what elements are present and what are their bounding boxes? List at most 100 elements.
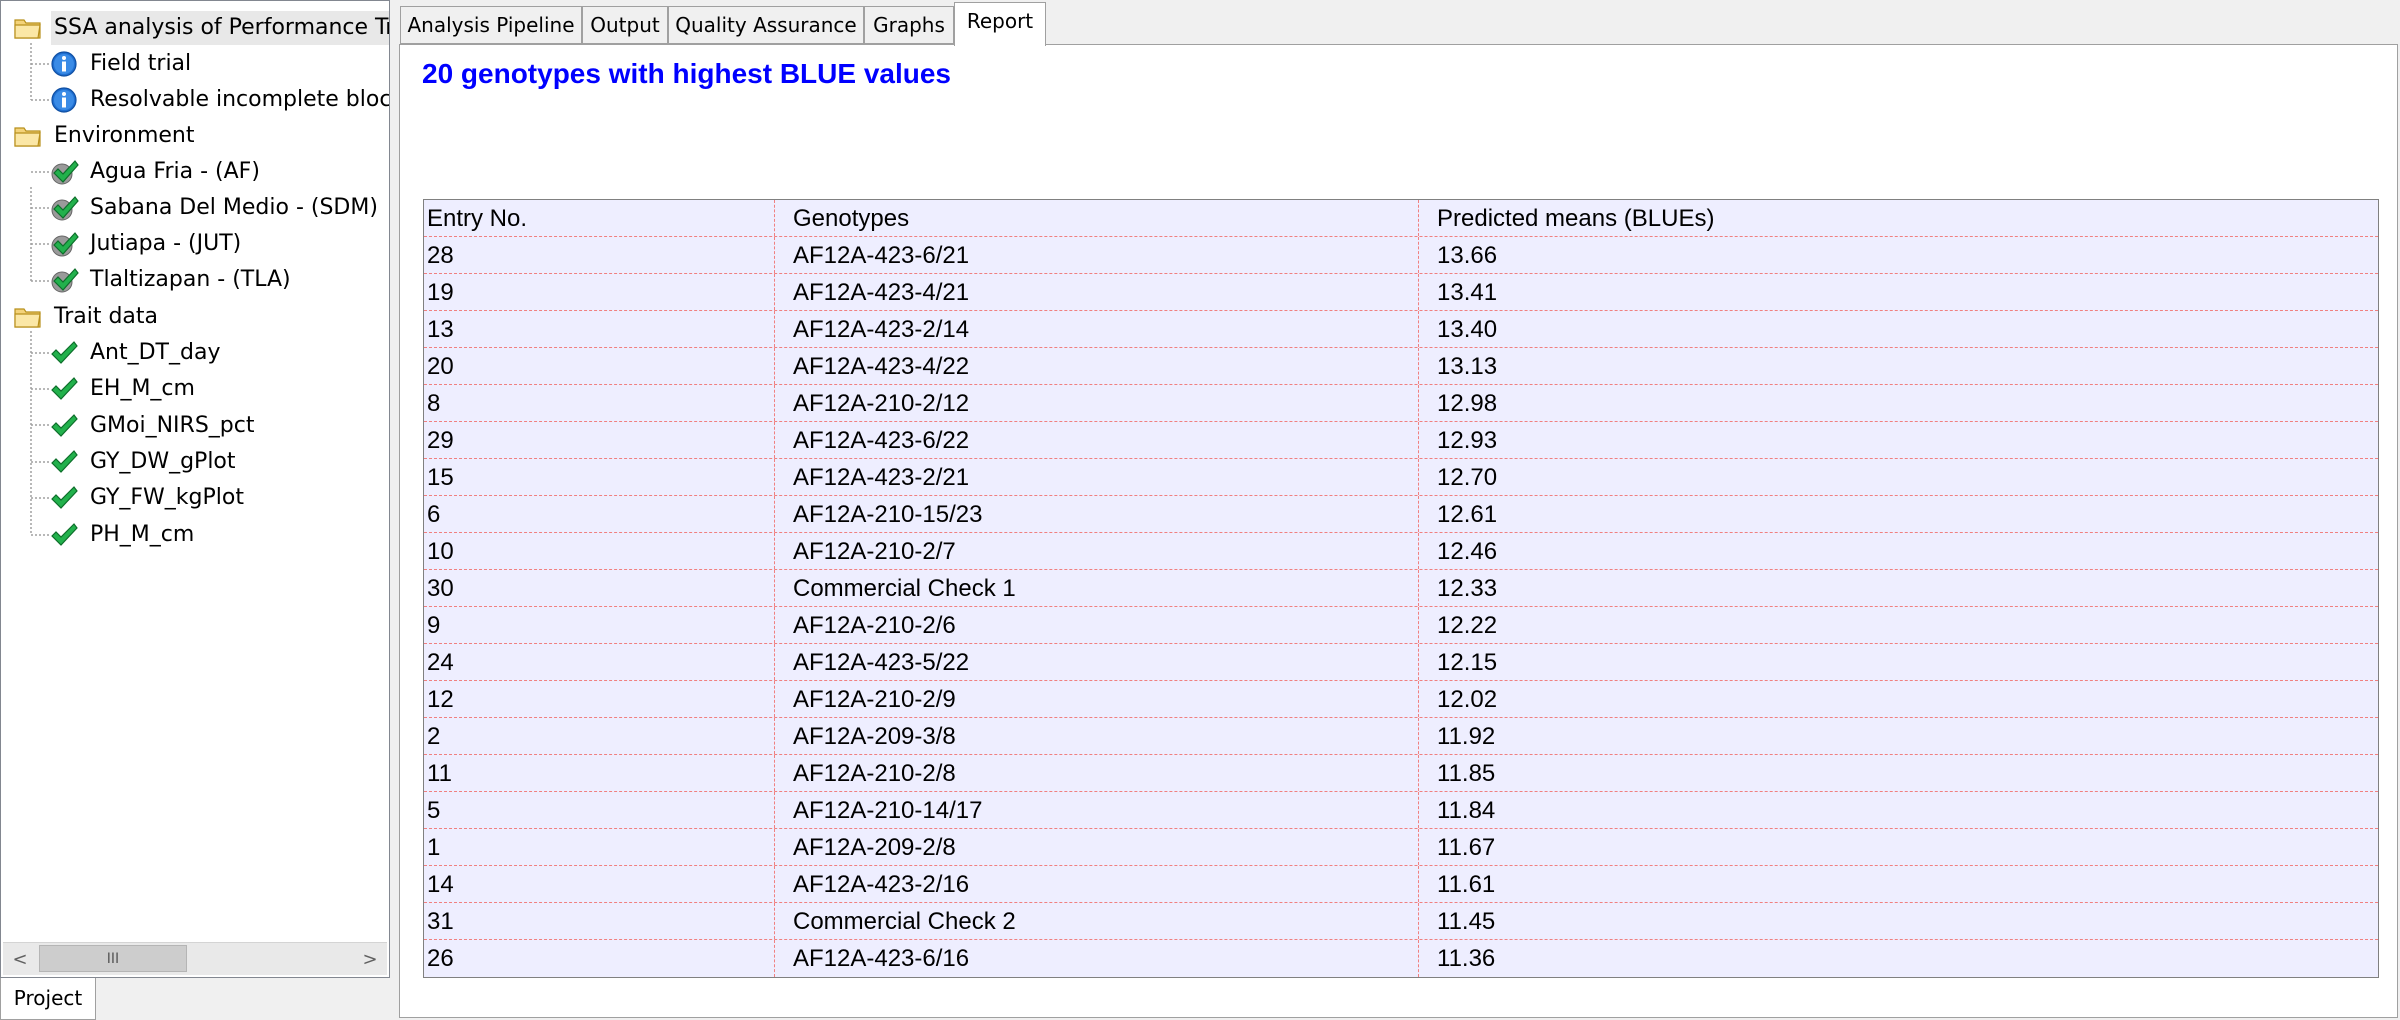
cell-entry-no: 31 bbox=[424, 903, 775, 939]
tree-item-label: GMoi_NIRS_pct bbox=[90, 412, 255, 438]
cell-predicted-mean: 12.33 bbox=[1437, 575, 1498, 602]
tree-item-label: Environment bbox=[54, 123, 195, 148]
tree-item-trait-ph-m-cm[interactable]: PH_M_cm bbox=[49, 518, 197, 552]
cell-entry-no: 13 bbox=[424, 311, 775, 347]
tree-item-env-tlaltizapan-tla[interactable]: Tlaltizapan - (TLA) bbox=[49, 263, 294, 297]
report-title: 20 genotypes with highest BLUE values bbox=[422, 58, 952, 89]
cell-genotype: AF12A-210-2/12 bbox=[775, 385, 1419, 421]
tree-item-env-jutiapa-jut[interactable]: Jutiapa - (JUT) bbox=[49, 227, 244, 261]
table-row: 1 AF12A-209-2/8 11.67 bbox=[424, 829, 2378, 866]
tab-graphs[interactable]: Graphs bbox=[864, 6, 954, 44]
cell-predicted-mean: 12.02 bbox=[1437, 686, 1498, 713]
tree-folder-trait-data[interactable]: Trait data bbox=[13, 300, 161, 334]
table-row: 2 AF12A-209-3/8 11.92 bbox=[424, 718, 2378, 755]
tree-item-trait-gy-fw-kgplot[interactable]: GY_FW_kgPlot bbox=[49, 481, 247, 515]
tree-item-resolvable-incomplete-bloc[interactable]: Resolvable incomplete bloc bbox=[49, 83, 390, 117]
check-icon bbox=[49, 448, 79, 476]
cell-entry-no: 11 bbox=[424, 755, 775, 791]
cell-predicted-mean: 13.41 bbox=[1437, 279, 1498, 306]
check-environment-icon bbox=[49, 266, 79, 294]
cell-predicted-mean: 12.98 bbox=[1437, 390, 1498, 417]
tree-item-label: SSA analysis of Performance Tr bbox=[51, 11, 389, 45]
scroll-right-arrow[interactable]: > bbox=[353, 943, 387, 975]
cell-predicted-mean: 12.61 bbox=[1437, 501, 1498, 528]
cell-entry-no: 10 bbox=[424, 533, 775, 569]
tab-quality-assurance[interactable]: Quality Assurance bbox=[668, 6, 864, 44]
tree-item-label: Field trial bbox=[90, 51, 192, 76]
tab-project[interactable]: Project bbox=[0, 978, 96, 1020]
tree-item-trait-gmoi-nirs-pct[interactable]: GMoi_NIRS_pct bbox=[49, 409, 257, 443]
tree-item-label: Trait data bbox=[54, 304, 159, 329]
check-environment-icon bbox=[49, 158, 79, 186]
tree-item-label: Agua Fria - (AF) bbox=[90, 159, 260, 184]
cell-entry-no: 1 bbox=[424, 829, 775, 865]
table-row: 26 AF12A-423-6/16 11.36 bbox=[424, 940, 2378, 977]
cell-genotype: AF12A-210-15/23 bbox=[775, 496, 1419, 532]
tree-item-field-trial[interactable]: Field trial bbox=[49, 47, 194, 81]
cell-predicted-mean: 11.36 bbox=[1437, 945, 1496, 972]
tree-item-trait-ant-dt-day[interactable]: Ant_DT_day bbox=[49, 336, 223, 370]
cell-entry-no: 12 bbox=[424, 681, 775, 717]
tree-item-trait-eh-m-cm[interactable]: EH_M_cm bbox=[49, 372, 198, 406]
tab-report[interactable]: Report bbox=[954, 2, 1046, 46]
project-tree-panel[interactable]: SSA analysis of Performance Tr Field tria… bbox=[0, 0, 390, 978]
cell-entry-no: 20 bbox=[424, 348, 775, 384]
info-icon bbox=[49, 86, 79, 114]
cell-entry-no: 8 bbox=[424, 385, 775, 421]
cell-genotype: AF12A-423-4/21 bbox=[775, 274, 1419, 310]
tree-horizontal-scrollbar[interactable]: < III > bbox=[3, 942, 387, 975]
check-environment-icon bbox=[49, 194, 79, 222]
cell-genotype: AF12A-210-2/8 bbox=[775, 755, 1419, 791]
cell-genotype: AF12A-423-4/22 bbox=[775, 348, 1419, 384]
cell-predicted-mean: 11.85 bbox=[1437, 760, 1496, 787]
cell-genotype: AF12A-210-14/17 bbox=[775, 792, 1419, 828]
cell-entry-no: 28 bbox=[424, 237, 775, 273]
cell-entry-no: 24 bbox=[424, 644, 775, 680]
cell-predicted-mean: 11.84 bbox=[1437, 797, 1496, 824]
cell-entry-no: 14 bbox=[424, 866, 775, 902]
scroll-thumb[interactable]: III bbox=[39, 945, 187, 972]
tree-item-label: Resolvable incomplete bloc bbox=[90, 87, 390, 112]
cell-entry-no: 29 bbox=[424, 422, 775, 458]
cell-entry-no: 5 bbox=[424, 792, 775, 828]
cell-entry-no: 26 bbox=[424, 940, 775, 977]
header-entry-no: Entry No. bbox=[424, 200, 775, 236]
cell-genotype: AF12A-423-2/16 bbox=[775, 866, 1419, 902]
tree-item-label: Tlaltizapan - (TLA) bbox=[90, 267, 291, 292]
folder-open-icon bbox=[13, 303, 43, 331]
table-row: 31 Commercial Check 2 11.45 bbox=[424, 903, 2378, 940]
cell-genotype: AF12A-423-6/22 bbox=[775, 422, 1419, 458]
cell-predicted-mean: 11.61 bbox=[1437, 871, 1496, 898]
folder-open-icon bbox=[13, 122, 43, 150]
cell-genotype: AF12A-423-2/14 bbox=[775, 311, 1419, 347]
check-icon bbox=[49, 484, 79, 512]
cell-entry-no: 19 bbox=[424, 274, 775, 310]
cell-predicted-mean: 13.40 bbox=[1437, 316, 1498, 343]
cell-entry-no: 30 bbox=[424, 570, 775, 606]
tree-item-env-agua-fria-af[interactable]: Agua Fria - (AF) bbox=[49, 155, 263, 189]
table-row: 10 AF12A-210-2/7 12.46 bbox=[424, 533, 2378, 570]
cell-predicted-mean: 12.93 bbox=[1437, 427, 1498, 454]
table-row: 5 AF12A-210-14/17 11.84 bbox=[424, 792, 2378, 829]
cell-genotype: AF12A-423-6/16 bbox=[775, 940, 1419, 977]
blue-values-table: Entry No. Genotypes Predicted means (BLU… bbox=[423, 199, 2379, 978]
cell-genotype: AF12A-423-2/21 bbox=[775, 459, 1419, 495]
cell-genotype: AF12A-423-5/22 bbox=[775, 644, 1419, 680]
scroll-left-arrow[interactable]: < bbox=[3, 943, 37, 975]
tree-folder-environment[interactable]: Environment bbox=[13, 119, 197, 153]
cell-entry-no: 6 bbox=[424, 496, 775, 532]
cell-genotype: AF12A-210-2/7 bbox=[775, 533, 1419, 569]
tab-output[interactable]: Output bbox=[582, 6, 668, 44]
table-row: 6 AF12A-210-15/23 12.61 bbox=[424, 496, 2378, 533]
tab-analysis-pipeline[interactable]: Analysis Pipeline bbox=[400, 6, 582, 44]
table-row: 13 AF12A-423-2/14 13.40 bbox=[424, 311, 2378, 348]
tree-item-label: EH_M_cm bbox=[90, 376, 195, 402]
cell-genotype: AF12A-209-3/8 bbox=[775, 718, 1419, 754]
tree-item-label: GY_FW_kgPlot bbox=[90, 485, 244, 511]
table-row: 29 AF12A-423-6/22 12.93 bbox=[424, 422, 2378, 459]
tree-root-analysis[interactable]: SSA analysis of Performance Tr bbox=[13, 11, 389, 45]
tree-item-env-sabana-del-medio-sdm[interactable]: Sabana Del Medio - (SDM) bbox=[49, 191, 381, 225]
table-row: 11 AF12A-210-2/8 11.85 bbox=[424, 755, 2378, 792]
cell-predicted-mean: 12.22 bbox=[1437, 612, 1498, 639]
tree-item-trait-gy-dw-gplot[interactable]: GY_DW_gPlot bbox=[49, 445, 239, 479]
